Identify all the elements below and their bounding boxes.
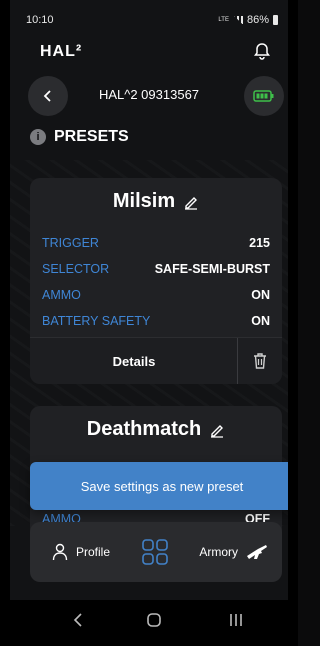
app-screen: 10:10 LTE 86% HAL² HAL^2 09313567 i PRES… xyxy=(10,0,288,646)
edit-icon[interactable] xyxy=(183,194,199,210)
trash-icon xyxy=(254,353,266,369)
status-battery-icon xyxy=(273,15,278,25)
setting-value: SAFE-SEMI-BURST xyxy=(154,262,270,276)
setting-value: ON xyxy=(251,288,270,302)
system-home-icon[interactable] xyxy=(146,612,162,628)
network-indicator: LTE xyxy=(218,17,229,23)
bell-icon[interactable] xyxy=(252,41,272,61)
setting-row: SELECTOR SAFE-SEMI-BURST xyxy=(42,256,270,282)
preset-card: Milsim TRIGGER 215 SELECTOR SAFE-SEMI-BU… xyxy=(30,178,282,384)
nav-armory[interactable]: Armory xyxy=(199,522,268,582)
details-button[interactable]: Details xyxy=(30,338,238,384)
nav-profile[interactable]: Profile xyxy=(52,522,110,582)
setting-label: AMMO xyxy=(42,288,81,302)
setting-label: BATTERY SAFETY xyxy=(42,314,151,328)
signal-icon xyxy=(232,16,243,24)
system-nav-bar xyxy=(10,600,288,646)
bottom-nav: Profile Armory xyxy=(30,522,282,582)
setting-label: SELECTOR xyxy=(42,262,110,276)
system-recents-icon[interactable] xyxy=(228,612,244,628)
preset-settings: TRIGGER 215 SELECTOR SAFE-SEMI-BURST AMM… xyxy=(42,230,270,334)
setting-value: 215 xyxy=(249,236,270,250)
card-footer: Details xyxy=(30,337,282,384)
nav-home[interactable] xyxy=(142,522,168,582)
preset-title-row: Milsim xyxy=(30,190,282,213)
setting-row: TRIGGER 215 xyxy=(42,230,270,256)
app-header: HAL² xyxy=(10,34,288,74)
device-row: HAL^2 09313567 xyxy=(10,76,288,116)
delete-button[interactable] xyxy=(237,338,282,384)
status-bar: 10:10 LTE 86% xyxy=(10,0,288,34)
preset-name: Milsim xyxy=(112,190,176,212)
presets-heading: i PRESETS xyxy=(30,128,129,146)
system-back-icon[interactable] xyxy=(72,612,84,628)
save-preset-button[interactable]: Save settings as new preset xyxy=(30,462,288,510)
info-icon[interactable]: i xyxy=(30,129,46,145)
battery-percent: 86% xyxy=(246,14,269,26)
profile-icon xyxy=(52,543,68,561)
preset-name: Deathmatch xyxy=(86,418,202,440)
setting-value: ON xyxy=(251,314,270,328)
setting-row: AMMO ON xyxy=(42,282,270,308)
nav-profile-label: Profile xyxy=(76,545,111,559)
setting-row: BATTERY SAFETY ON xyxy=(42,308,270,334)
status-time: 10:10 xyxy=(26,14,54,26)
battery-icon xyxy=(253,90,274,102)
battery-button[interactable] xyxy=(244,76,284,116)
phone-frame: 10:10 LTE 86% HAL² HAL^2 09313567 i PRES… xyxy=(0,0,298,646)
grid-icon xyxy=(142,539,168,565)
status-right: LTE 86% xyxy=(218,14,278,26)
setting-label: TRIGGER xyxy=(42,236,99,250)
edit-icon[interactable] xyxy=(209,422,225,438)
nav-armory-label: Armory xyxy=(199,545,238,559)
section-title: PRESETS xyxy=(54,128,129,145)
preset-title-row: Deathmatch xyxy=(30,418,282,441)
hal-logo: HAL² xyxy=(40,43,83,60)
armory-icon xyxy=(247,545,267,559)
